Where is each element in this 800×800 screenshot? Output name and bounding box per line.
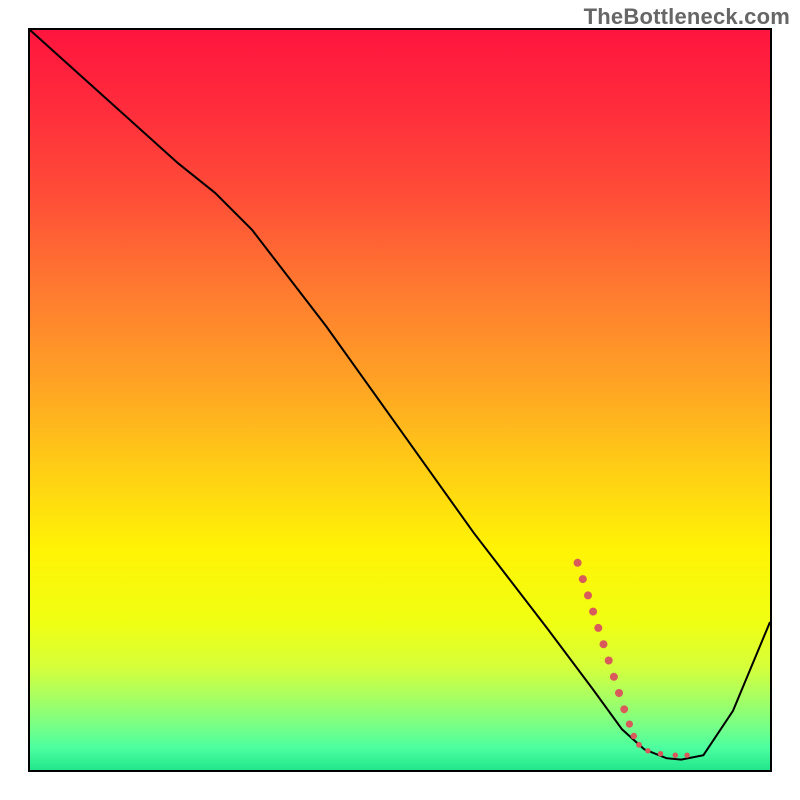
plot-area — [28, 28, 772, 772]
chart-root: TheBottleneck.com — [0, 0, 800, 800]
plot-svg — [30, 30, 770, 770]
gradient-background — [30, 30, 770, 770]
watermark-text: TheBottleneck.com — [584, 4, 790, 30]
